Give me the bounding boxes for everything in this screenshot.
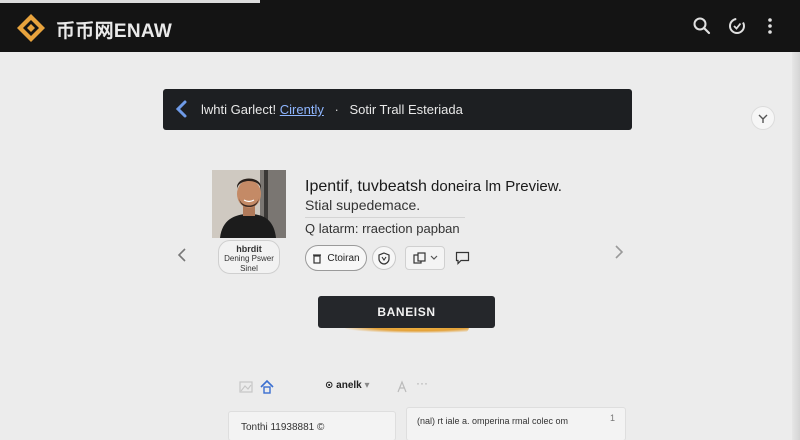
bookmark-icon — [758, 114, 768, 123]
image-icon[interactable] — [238, 379, 254, 395]
action-pill-button[interactable]: Ctoiran — [305, 245, 367, 271]
banner-separator: · — [334, 102, 339, 117]
avatar[interactable] — [212, 170, 286, 238]
more-vertical-icon[interactable] — [760, 16, 780, 36]
trash-icon — [313, 253, 322, 264]
filter-select-caret: ▾ — [364, 380, 370, 391]
avatar-caption-name: hbrdit — [236, 244, 262, 254]
banner-text-tail: Sotir Trall Esteriada — [349, 102, 463, 117]
primary-cta-button[interactable]: BANEISN — [318, 296, 495, 328]
top-navigation-bar: 币币网ENAW — [0, 0, 800, 52]
page-title: Ipentif, tuvbeatsh doneira lm Preview. — [305, 178, 562, 196]
info-card-right-text: (nal) rt iale a. omperina rmal colec om — [417, 416, 569, 426]
lower-toolbar: ⊙ anelk ▾ ··· — [228, 374, 428, 400]
right-scroll-edge — [792, 52, 800, 440]
chevron-left-icon[interactable] — [173, 99, 191, 119]
chevron-down-icon — [430, 255, 437, 260]
avatar-photo — [212, 170, 286, 238]
info-card-right-count: 1 — [609, 413, 615, 423]
top-edge-highlight — [0, 0, 260, 3]
search-row[interactable]: Q latarm: rraection papban — [305, 221, 460, 236]
search-text: Q latarm: rraection papban — [305, 221, 460, 236]
copy-icon — [412, 251, 426, 264]
logo-icon[interactable] — [16, 13, 46, 43]
page-subtitle: Stial supedemace. — [305, 197, 421, 213]
prev-arrow-icon[interactable] — [174, 245, 190, 265]
avatar-caption-extra: Sinel — [240, 264, 258, 273]
action-pill-label: Ctoiran — [327, 252, 360, 264]
brand-name[interactable]: 币币网ENAW — [56, 16, 172, 43]
filter-select-label: ⊙ anelk — [325, 380, 362, 391]
more-options[interactable]: ··· — [416, 376, 428, 390]
avatar-caption: hbrdit Dening Pswer Sinel — [218, 240, 280, 274]
notification-banner: lwhti Garlect! Cirently · Sotir Trall Es… — [163, 89, 632, 130]
page-title-main: Ipentif, tuvbeatsh — [305, 178, 427, 195]
next-arrow-icon[interactable] — [611, 242, 627, 262]
search-icon[interactable] — [692, 16, 712, 36]
info-card-right[interactable]: (nal) rt iale a. omperina rmal colec om … — [406, 407, 626, 440]
banner-link[interactable]: Cirently — [280, 102, 324, 117]
filter-select[interactable]: ⊙ anelk ▾ — [325, 380, 370, 391]
shield-button[interactable] — [372, 246, 396, 270]
info-card-left[interactable]: Tonthi 11938881 © — [228, 411, 396, 440]
info-card-left-text: Tonthi 11938881 © — [241, 422, 325, 433]
avatar-caption-role: Dening Pswer — [224, 254, 274, 263]
copy-button[interactable] — [405, 246, 445, 270]
page-title-rest: doneira lm Preview. — [431, 178, 562, 195]
bookmark-button[interactable] — [751, 106, 775, 130]
shield-icon — [378, 251, 390, 265]
banner-text: lwhti Garlect! Cirently · Sotir Trall Es… — [201, 102, 463, 117]
banner-text-lead: lwhti Garlect! — [201, 102, 277, 117]
comment-button[interactable] — [452, 248, 472, 268]
home-icon[interactable] — [259, 379, 275, 395]
refresh-icon[interactable] — [727, 16, 747, 36]
divider — [305, 217, 465, 218]
user-icon[interactable] — [394, 379, 410, 395]
comment-icon — [455, 251, 469, 265]
